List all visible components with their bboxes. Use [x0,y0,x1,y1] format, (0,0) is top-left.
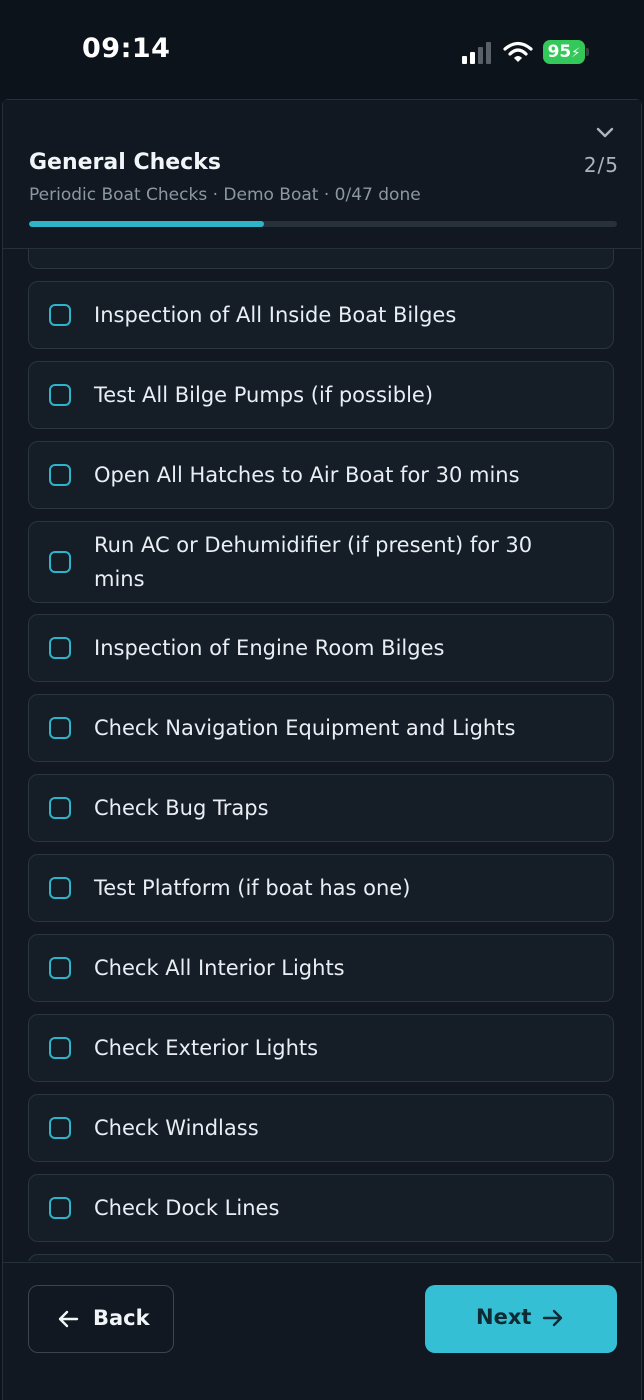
checkbox[interactable] [49,637,71,659]
list-item-partial-bottom[interactable] [28,1254,614,1261]
checklist-subtitle: Periodic Boat Checks · Demo Boat · 0/47 … [29,185,421,205]
checkbox[interactable] [49,551,71,573]
list-item[interactable]: Check Windlass [28,1094,614,1162]
checkbox[interactable] [49,1197,71,1219]
list-item[interactable]: Check All Interior Lights [28,934,614,1002]
next-button[interactable]: Next [425,1285,617,1353]
checkbox[interactable] [49,957,71,979]
list-item-label: Check Dock Lines [94,1196,280,1220]
battery-level: 95 [547,42,572,62]
list-item-label: Check Windlass [94,1116,259,1140]
progress-bar [29,221,617,227]
list-item[interactable]: Inspection of All Inside Boat Bilges [28,281,614,349]
checklist-sheet: General Checks 2/5 Periodic Boat Checks … [2,99,642,1400]
checkbox[interactable] [49,717,71,739]
list-item[interactable]: Open All Hatches to Air Boat for 30 mins [28,441,614,509]
step-counter: 2/5 [583,153,619,177]
charging-bolt-icon: ⚡ [571,46,581,61]
checkbox[interactable] [49,877,71,899]
back-button-label: Back [93,1306,150,1330]
battery-indicator: 95⚡ [543,40,585,64]
list-item-label: Check Navigation Equipment and Lights [94,716,516,740]
list-item[interactable]: Test Platform (if boat has one) [28,854,614,922]
list-item-label: Check Exterior Lights [94,1036,319,1060]
list-item-label: Inspection of All Inside Boat Bilges [94,303,457,327]
checkbox[interactable] [49,384,71,406]
list-item[interactable]: Run AC or Dehumidifier (if present) for … [28,521,614,603]
checkbox[interactable] [49,304,71,326]
list-item[interactable]: Check Bug Traps [28,774,614,842]
back-button[interactable]: Back [28,1285,174,1353]
footer-actions: Back Next [3,1262,641,1400]
checkbox[interactable] [49,464,71,486]
list-item[interactable]: Check Exterior Lights [28,1014,614,1082]
list-item[interactable]: Check Dock Lines [28,1174,614,1242]
progress-fill [29,221,265,227]
chevron-down-icon[interactable] [595,126,615,140]
list-item[interactable]: Inspection of Engine Room Bilges [28,614,614,682]
list-item-label: Check Bug Traps [94,796,269,820]
arrow-right-icon [542,1309,563,1327]
status-time: 09:14 [82,33,171,64]
list-item-label: Check All Interior Lights [94,956,345,980]
checkbox[interactable] [49,1117,71,1139]
sheet-header: General Checks 2/5 Periodic Boat Checks … [3,100,641,249]
list-item-label: Test Platform (if boat has one) [94,876,411,900]
app-screen: 09:14 95⚡ General Checks 2/5 Periodic Bo… [0,0,644,1400]
list-item-label: Inspection of Engine Room Bilges [94,636,445,660]
checkbox[interactable] [49,797,71,819]
checkbox[interactable] [49,1037,71,1059]
section-title: General Checks [29,150,221,175]
list-item-label: Test All Bilge Pumps (if possible) [94,383,434,407]
cellular-signal-icon [462,42,491,64]
list-item[interactable]: Test All Bilge Pumps (if possible) [28,361,614,429]
next-button-label: Next [476,1305,532,1329]
checklist-list[interactable]: Inspection of All Inside Boat Bilges Test… [3,249,641,1261]
arrow-left-icon [58,1310,79,1328]
list-item[interactable]: Check Navigation Equipment and Lights [28,694,614,762]
list-item-label: Run AC or Dehumidifier (if present) for … [94,533,533,591]
status-bar: 09:14 95⚡ [0,0,644,92]
battery-cap [586,48,589,56]
wifi-icon [503,41,533,62]
list-item-partial-top[interactable] [28,249,614,269]
list-item-label: Open All Hatches to Air Boat for 30 mins [94,463,520,487]
